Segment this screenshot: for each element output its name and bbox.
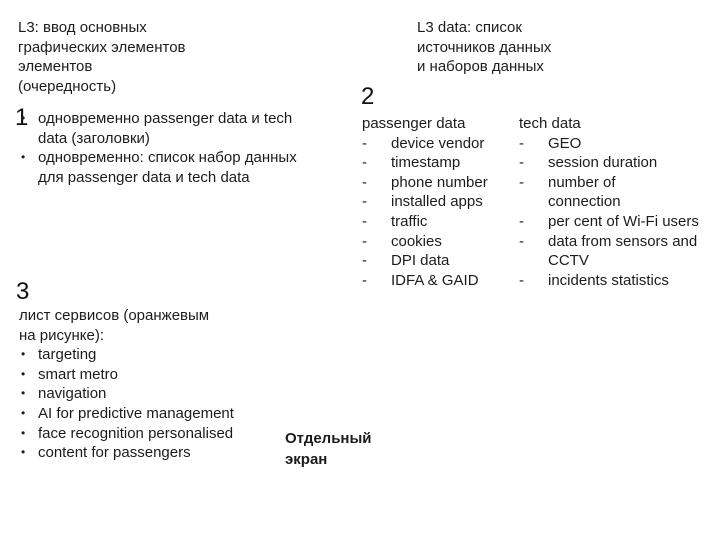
list-item-text: session duration — [548, 154, 658, 172]
section1-title-line: L3: ввод основных — [18, 19, 147, 36]
dash-icon: - — [362, 134, 367, 152]
section1-title-line: графических элементов — [18, 38, 186, 56]
list-item: - incidents statistics — [519, 271, 689, 291]
separate-screen-note: Отдельный экран — [285, 428, 372, 470]
list-item-text: одновременно passenger data и tech data … — [38, 110, 293, 147]
list-item: • smart metro — [19, 365, 279, 385]
list-item: - cookies — [362, 232, 512, 252]
list-item-text: smart metro — [38, 365, 119, 383]
list-item-text: AI for predictive management — [38, 404, 234, 422]
tech-data-list: - GEO - session duration - number of connec… — [519, 134, 699, 291]
section1-title-line: элементов — [18, 58, 93, 76]
tech-data-column: tech data - GEO - session duration - number… — [519, 114, 699, 291]
list-item-text: incidents statistics — [548, 271, 669, 289]
note-line: Отдельный — [285, 430, 372, 447]
list-item-text: per cent of Wi-Fi users — [548, 212, 699, 230]
list-item-text: targeting — [38, 346, 97, 364]
list-item: - IDFA & GAID — [362, 271, 512, 291]
list-item: - DPI data — [362, 251, 512, 271]
services-list: • targeting • smart metro • navigation • AI … — [19, 345, 279, 463]
list-item-text: content for passengers — [38, 444, 191, 462]
section3-number: 3 — [16, 278, 30, 305]
section1-title: L3: ввод основных графических элементов … — [18, 18, 186, 96]
list-item-text: timestamp — [391, 154, 461, 172]
bullet-icon: • — [21, 366, 26, 381]
dash-icon: - — [519, 271, 524, 289]
tech-data-heading: tech data — [519, 115, 581, 132]
dash-icon: - — [362, 212, 367, 230]
dash-icon: - — [362, 232, 367, 250]
list-item: - data from sensors and CCTV — [519, 232, 714, 271]
list-item: - per cent of Wi-Fi users — [519, 212, 708, 232]
list-item-text: phone number — [391, 173, 488, 191]
list-item: • face recognition personalised — [19, 424, 279, 444]
list-item-text: device vendor — [391, 134, 485, 152]
section3-block: лист сервисов (оранжевым на рисунке): • t… — [19, 306, 279, 463]
list-item-text: face recognition personalised — [38, 424, 234, 442]
list-item: - traffic — [362, 212, 512, 232]
list-item: • navigation — [19, 384, 279, 404]
list-item: • AI for predictive management — [19, 404, 279, 424]
dash-icon: - — [519, 212, 524, 230]
list-item-text: DPI data — [391, 252, 450, 270]
dash-icon: - — [519, 232, 524, 250]
list-item-text: traffic — [391, 212, 428, 230]
dash-icon: - — [519, 134, 524, 152]
section2-number: 2 — [361, 83, 375, 110]
note-line: экран — [285, 451, 328, 468]
section3-intro-line: на рисунке): — [19, 326, 105, 344]
dash-icon: - — [362, 154, 367, 172]
list-item: - installed apps — [362, 192, 512, 212]
list-item-text: data from sensors and CCTV — [548, 232, 698, 270]
list-item: - device vendor — [362, 134, 512, 154]
list-item-text: GEO — [548, 134, 582, 152]
section3-intro-line: лист сервисов (оранжевым — [19, 307, 210, 324]
list-item-text: IDFA & GAID — [391, 271, 479, 289]
dash-icon: - — [362, 193, 367, 211]
dash-icon: - — [362, 271, 367, 289]
list-item-text: installed apps — [391, 193, 483, 211]
section1-title-line: (очередность) — [18, 77, 117, 95]
bullet-icon: • — [21, 111, 26, 125]
passenger-data-column: passenger data - device vendor - timestamp… — [362, 114, 512, 290]
list-item: - GEO — [519, 134, 689, 154]
passenger-data-heading: passenger data — [362, 115, 466, 132]
list-item: • targeting — [19, 345, 279, 365]
list-item: - timestamp — [362, 153, 512, 173]
list-item: • одновременно: список набор данных для p… — [19, 148, 304, 187]
bullet-icon: • — [21, 445, 26, 460]
section2-title-line: источников данных — [417, 38, 552, 56]
section2-title-line: L3 data: список — [417, 19, 522, 36]
list-item-text: number of connection — [548, 173, 621, 211]
list-item: - number of connection — [519, 173, 658, 212]
section2-title: L3 data: список источников данных и набо… — [417, 18, 551, 77]
dash-icon: - — [362, 252, 367, 270]
section1-list: • одновременно passenger data и tech data… — [19, 109, 304, 187]
list-item: • одновременно passenger data и tech data… — [19, 109, 304, 148]
list-item: - session duration — [519, 153, 689, 173]
bullet-icon: • — [21, 347, 26, 362]
dash-icon: - — [362, 173, 367, 191]
list-item: - phone number — [362, 173, 512, 193]
dash-icon: - — [519, 154, 524, 172]
passenger-data-list: - device vendor - timestamp - phone number … — [362, 134, 512, 291]
list-item: • content for passengers — [19, 443, 279, 463]
list-item-text: одновременно: список набор данных для pa… — [38, 149, 297, 186]
bullet-icon: • — [21, 405, 26, 420]
section2-title-line: и наборов данных — [417, 58, 544, 76]
bullet-icon: • — [21, 150, 26, 165]
bullet-icon: • — [21, 386, 26, 401]
bullet-icon: • — [21, 425, 26, 440]
list-item-text: cookies — [391, 232, 442, 250]
section3-intro: лист сервисов (оранжевым на рисунке): — [19, 306, 279, 345]
dash-icon: - — [519, 173, 524, 191]
list-item-text: navigation — [38, 385, 107, 403]
